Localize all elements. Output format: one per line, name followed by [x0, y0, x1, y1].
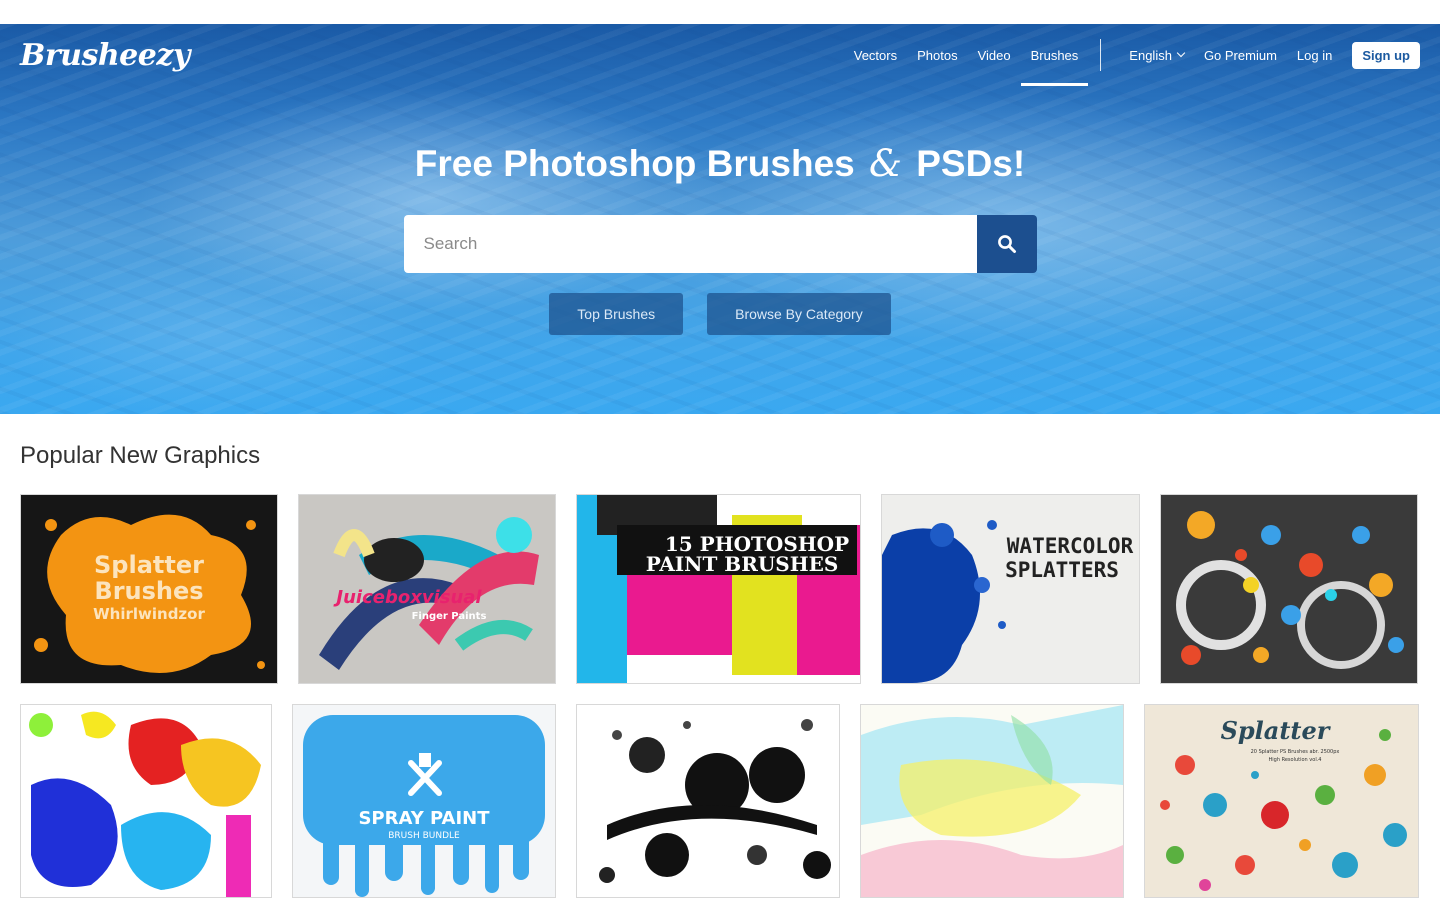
top-brushes-button[interactable]: Top Brushes [549, 293, 684, 335]
nav-links: Vectors Photos Video Brushes English Go … [844, 24, 1420, 86]
nav-brushes[interactable]: Brushes [1020, 24, 1089, 86]
search-icon [997, 235, 1016, 253]
thumbnail-text: Brushes [94, 577, 203, 605]
thumbnail-splatter-vol4[interactable]: Splatter 20 Splatter PS Brushes abr. 250… [1144, 704, 1419, 898]
thumbnail-image: Splatter 20 Splatter PS Brushes abr. 250… [1145, 705, 1418, 897]
thumbnail-text: PAINT BRUSHES [646, 552, 839, 576]
thumbnail-image [577, 705, 839, 897]
thumbnail-text: BRUSH BUNDLE [388, 831, 460, 841]
logo[interactable]: Brusheezy [20, 38, 190, 73]
language-label: English [1129, 47, 1172, 63]
popular-section: Popular New Graphics Splatter Brushes Wh… [0, 414, 1440, 898]
search-button[interactable] [976, 215, 1037, 273]
thumbnail-image: SPRAY PAINT BRUSH BUNDLE [293, 705, 555, 897]
thumbnail-image: WATERCOLOR SPLATTERS [882, 495, 1139, 683]
thumbnail-text: WATERCOLOR [1007, 534, 1134, 558]
thumbnail-text: High Resolution vol.4 [1269, 757, 1322, 763]
thumbnail-image: Juiceboxvisual Finger Paints [299, 495, 555, 683]
thumbnail-row: SPRAY PAINT BRUSH BUNDLE Splatter 20 Spl… [20, 704, 1420, 898]
thumbnail-row: Splatter Brushes Whirlwindzor Juiceboxvi… [20, 494, 1420, 684]
search-bar [403, 215, 1037, 273]
thumbnail-image [1161, 495, 1417, 683]
thumbnail-spray-paint[interactable]: SPRAY PAINT BRUSH BUNDLE [292, 704, 556, 898]
thumbnail-image [21, 705, 271, 897]
thumbnail-splatter-brushes[interactable]: Splatter Brushes Whirlwindzor [20, 494, 278, 684]
top-nav: Brusheezy Vectors Photos Video Brushes E… [0, 24, 1440, 86]
thumbnail-text: SPLATTERS [1005, 558, 1119, 582]
nav-divider [1100, 39, 1102, 71]
thumbnail-text: Juiceboxvisual [333, 587, 482, 608]
thumbnail-text: Whirlwindzor [93, 605, 205, 623]
thumbnail-color-splatters[interactable] [1160, 494, 1418, 684]
chevron-down-icon [1176, 48, 1186, 58]
section-title: Popular New Graphics [20, 442, 261, 469]
thumbnail-text: Splatter [1221, 716, 1332, 745]
hero-title: Free Photoshop Brushes & PSDs! [0, 142, 1440, 185]
thumbnail-finger-paints[interactable]: Juiceboxvisual Finger Paints [298, 494, 556, 684]
nav-vectors[interactable]: Vectors [844, 24, 907, 86]
nav-photos[interactable]: Photos [907, 24, 967, 86]
login-link[interactable]: Log in [1287, 24, 1342, 86]
thumbnail-ink-splatters[interactable] [576, 704, 840, 898]
top-strip [0, 0, 1440, 24]
hero: Brusheezy Vectors Photos Video Brushes E… [0, 24, 1440, 414]
thumbnail-text: Splatter [94, 551, 204, 579]
thumbnail-paint-brushes[interactable]: 15 PHOTOSHOP PAINT BRUSHES [576, 494, 861, 684]
nav-video[interactable]: Video [968, 24, 1021, 86]
hero-title-main: Free Photoshop Brushes [414, 143, 855, 184]
thumbnail-image: Splatter Brushes Whirlwindzor [21, 495, 277, 683]
signup-button[interactable]: Sign up [1352, 41, 1420, 69]
thumbnail-text: SPRAY PAINT [358, 808, 490, 829]
thumbnail-image [861, 705, 1123, 897]
thumbnail-image: 15 PHOTOSHOP PAINT BRUSHES [577, 495, 860, 683]
thumbnail-soft-watercolor[interactable] [860, 704, 1124, 898]
hero-buttons: Top Brushes Browse By Category [0, 293, 1440, 335]
thumbnail-watercolor-splatters[interactable]: WATERCOLOR SPLATTERS [881, 494, 1140, 684]
hero-title-ampersand: & [869, 142, 902, 185]
search-input[interactable] [403, 215, 977, 273]
thumbnail-text: 20 Splatter PS Brushes abr. 2500px [1251, 749, 1340, 755]
browse-by-category-button[interactable]: Browse By Category [707, 293, 891, 335]
thumbnail-text: Finger Paints [412, 611, 487, 622]
language-selector[interactable]: English [1119, 24, 1194, 86]
go-premium-link[interactable]: Go Premium [1194, 24, 1287, 86]
hero-title-end: PSDs! [916, 143, 1026, 184]
thumbnail-bright-splatters[interactable] [20, 704, 272, 898]
